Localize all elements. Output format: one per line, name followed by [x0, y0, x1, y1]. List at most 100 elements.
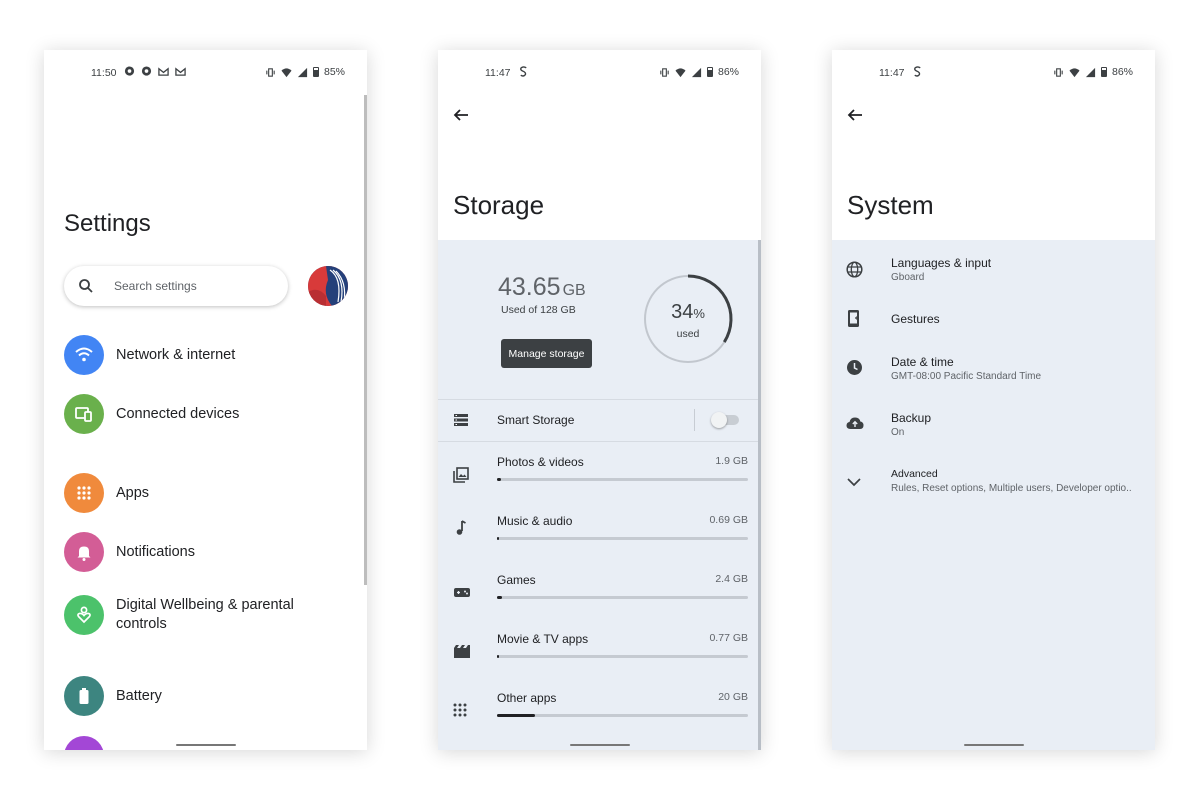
category-usage-bar [497, 596, 748, 599]
gesture-nav-bar[interactable] [569, 744, 630, 746]
scrollbar[interactable] [758, 240, 761, 750]
back-arrow-icon[interactable] [453, 107, 469, 123]
settings-item-battery[interactable]: Battery [64, 676, 162, 716]
settings-item-partial[interactable] [64, 736, 104, 750]
settings-item-digital-wellbeing[interactable]: Digital Wellbeing & parental controls [64, 595, 314, 635]
system-item-title: Backup [891, 411, 932, 425]
battery-percent: 85% [323, 66, 345, 78]
storage-category-games[interactable]: Games 2.4 GB [438, 573, 761, 629]
system-item-title: Gestures [891, 312, 940, 326]
settings-item-label: Network & internet [116, 346, 236, 363]
gesture-nav-bar[interactable] [175, 744, 236, 746]
scrollbar[interactable] [364, 95, 367, 585]
divider [438, 441, 761, 442]
storage-category-photos[interactable]: Photos & videos 1.9 GB [438, 455, 761, 511]
back-arrow-icon[interactable] [847, 107, 863, 123]
search-bar[interactable]: Search settings [64, 266, 288, 306]
apps-grid-icon [64, 473, 104, 513]
system-item-gestures[interactable]: Gestures [832, 310, 1155, 342]
category-usage-bar [497, 478, 748, 481]
movie-icon [454, 645, 470, 658]
category-usage-fill [497, 537, 499, 540]
settings-screen: 11:50 85% Settings Search settings Netwo… [44, 50, 367, 750]
settings-item-label: Notifications [116, 543, 195, 560]
avatar[interactable] [308, 266, 348, 306]
system-item-subtitle: GMT-08:00 Pacific Standard Time [891, 371, 1042, 382]
battery-status-icon [1100, 67, 1107, 77]
page-title: System [847, 190, 934, 220]
battery-percent: 86% [1111, 66, 1133, 78]
percent-value: 34 [671, 301, 694, 323]
used-unit: GB [562, 282, 586, 299]
settings-item-network[interactable]: Network & internet [64, 335, 235, 375]
status-time: 11:47 [879, 67, 905, 79]
system-item-languages[interactable]: Languages & input Gboard [832, 256, 1155, 296]
clock-icon [847, 360, 862, 375]
toggle-thumb [711, 412, 727, 428]
settings-item-label: Digital Wellbeing & parental controls [116, 597, 294, 632]
settings-item-notifications[interactable]: Notifications [64, 532, 195, 572]
status-time: 11:50 [91, 67, 117, 79]
category-label: Movie & TV apps [497, 632, 589, 646]
category-label: Music & audio [497, 514, 573, 528]
status-bar: 11:47 86% [438, 66, 761, 80]
gmail-icon [175, 67, 186, 76]
page-title: Settings [64, 210, 151, 237]
category-size: 0.69 GB [709, 514, 748, 526]
percent-used: 34% [643, 301, 733, 324]
category-label: Photos & videos [497, 455, 584, 469]
settings-item-connected-devices[interactable]: Connected devices [64, 394, 239, 434]
search-placeholder: Search settings [114, 279, 197, 293]
photos-icon [453, 467, 469, 483]
apps-grid-icon [453, 703, 467, 717]
category-size: 20 GB [718, 691, 748, 703]
category-usage-fill [497, 714, 535, 717]
smart-storage-icon [454, 414, 468, 426]
smart-storage-row[interactable]: Smart Storage [438, 399, 761, 441]
percent-used-label: used [676, 328, 700, 340]
chat-notification-icon [124, 66, 135, 76]
system-item-subtitle: On [891, 427, 905, 438]
wifi-signal-icon [1069, 67, 1080, 77]
bell-icon [64, 532, 104, 572]
storage-category-movies[interactable]: Movie & TV apps 0.77 GB [438, 632, 761, 688]
cloud-upload-icon [846, 417, 864, 429]
music-note-icon [456, 520, 466, 535]
system-item-date-time[interactable]: Date & time GMT-08:00 Pacific Standard T… [832, 355, 1155, 395]
settings-item-apps[interactable]: Apps [64, 473, 149, 513]
settings-item-label: Apps [116, 484, 150, 501]
wellbeing-icon [64, 595, 104, 635]
percent-sign: % [693, 306, 705, 321]
cell-signal-icon [297, 67, 308, 77]
chevron-down-icon [847, 478, 861, 487]
category-label: Other apps [497, 691, 557, 705]
cell-signal-icon [1085, 67, 1096, 77]
vibrate-icon [660, 67, 669, 77]
storage-notification-icon [520, 66, 527, 77]
status-bar: 11:50 85% [44, 66, 367, 80]
system-panel: Languages & input Gboard Gestures Date &… [832, 240, 1155, 750]
settings-item-label: Connected devices [116, 405, 240, 422]
used-value: 43.65 [498, 273, 561, 301]
storage-category-other-apps[interactable]: Other apps 20 GB [438, 691, 761, 747]
storage-category-music[interactable]: Music & audio 0.69 GB [438, 514, 761, 570]
manage-storage-button[interactable]: Manage storage [501, 339, 592, 368]
status-bar: 11:47 86% [832, 66, 1155, 80]
profile-image [308, 266, 348, 306]
category-usage-bar [497, 537, 748, 540]
system-item-title: Advanced [891, 468, 938, 480]
battery-percent: 86% [717, 66, 739, 78]
smart-storage-toggle[interactable] [711, 412, 739, 428]
system-item-title: Date & time [891, 355, 954, 369]
gestures-phone-icon [848, 310, 859, 327]
gesture-nav-bar[interactable] [963, 744, 1024, 746]
system-item-advanced[interactable]: Advanced Rules, Reset options, Multiple … [832, 468, 1155, 508]
cell-signal-icon [691, 67, 702, 77]
category-label: Games [497, 573, 536, 587]
system-item-subtitle: Gboard [891, 272, 925, 283]
storage-notification-icon [914, 66, 921, 77]
divider [694, 409, 695, 431]
storage-screen: 11:47 86% Storage 43.65 GB Used of 128 GB… [438, 50, 761, 750]
system-item-backup[interactable]: Backup On [832, 411, 1155, 451]
used-of-total: Used of 128 GB [501, 304, 576, 316]
